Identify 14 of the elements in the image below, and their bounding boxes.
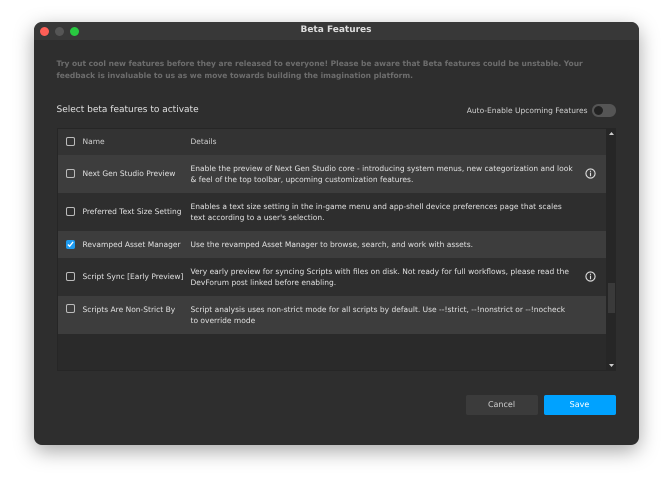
checkbox[interactable]	[66, 169, 74, 178]
toggle-switch[interactable]	[592, 104, 616, 118]
maximize-icon[interactable]	[70, 26, 78, 36]
info-icon[interactable]	[585, 271, 596, 282]
checkbox[interactable]	[66, 272, 74, 282]
checkbox[interactable]	[66, 304, 74, 313]
cancel-button[interactable]: Cancel	[466, 394, 538, 414]
info-icon[interactable]	[585, 168, 596, 179]
checkbox[interactable]	[66, 240, 74, 249]
close-icon[interactable]	[40, 26, 48, 36]
section-label: Select beta features to activate	[56, 104, 199, 117]
checkbox[interactable]	[66, 207, 74, 216]
checkbox[interactable]	[66, 137, 74, 146]
window-title: Beta Features	[300, 24, 372, 38]
